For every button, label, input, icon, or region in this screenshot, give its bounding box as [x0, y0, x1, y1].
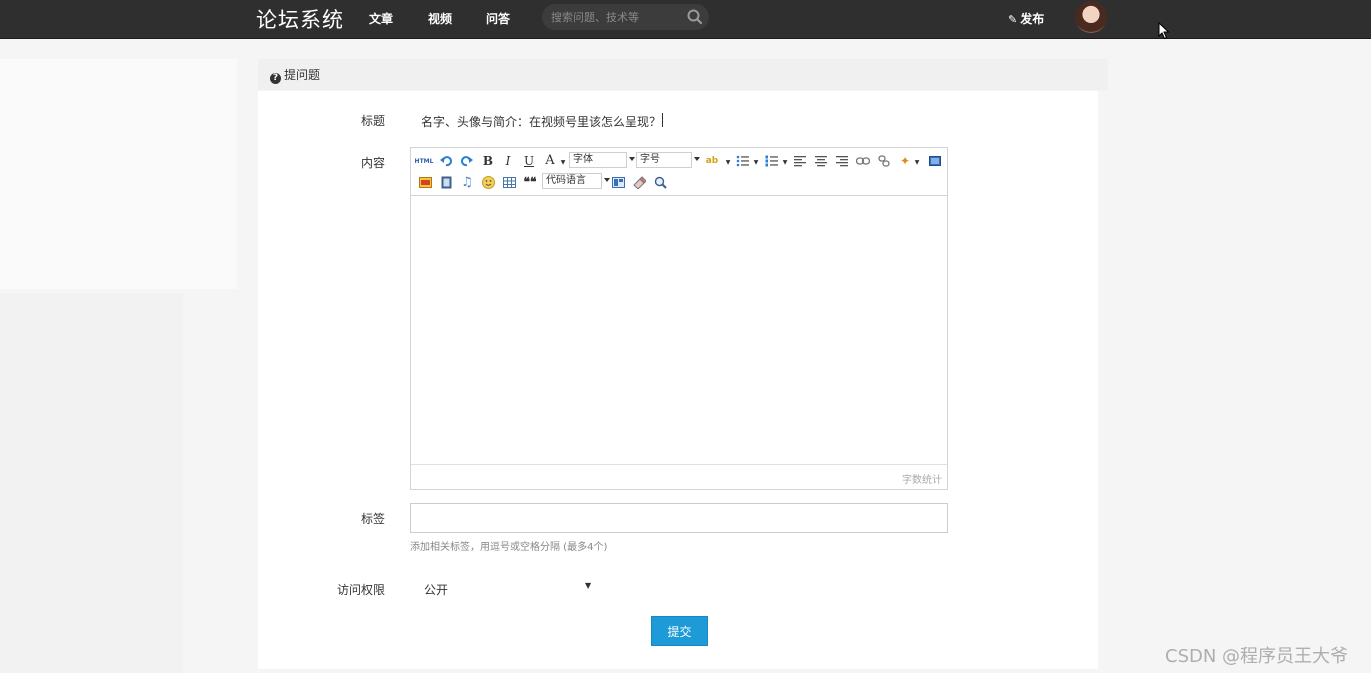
code-language-select[interactable]: 代码语言	[542, 173, 610, 189]
search-replace-icon[interactable]	[652, 174, 668, 190]
mouse-cursor-icon	[1158, 22, 1170, 40]
access-select[interactable]: 公开 ▼	[416, 580, 594, 598]
underline-icon[interactable]: U	[521, 153, 537, 169]
tags-input[interactable]	[410, 503, 948, 533]
music-icon[interactable]: ♫	[459, 174, 475, 190]
search-box	[542, 4, 709, 30]
editor-toolbar: HTML B I U A ▼ 字体 字号 ab ▼ ▼ ▼ ✦ ▼ ♫ ❝❝ 代…	[411, 148, 947, 196]
editor-content-area[interactable]	[411, 196, 947, 464]
video-icon[interactable]	[438, 174, 454, 190]
access-label: 访问权限	[336, 583, 385, 597]
table-icon[interactable]	[501, 174, 517, 190]
chevron-down-icon[interactable]: ▼	[748, 154, 764, 170]
blockquote-icon[interactable]: ❝❝	[522, 174, 538, 190]
emoticon-icon[interactable]	[480, 174, 496, 190]
chevron-down-icon[interactable]: ▼	[777, 154, 793, 170]
bold-icon[interactable]: B	[480, 153, 496, 169]
title-input[interactable]	[411, 110, 811, 132]
highlight-color-icon[interactable]: ab	[704, 153, 720, 169]
template-icon[interactable]	[610, 174, 626, 190]
panel-title-text: 提问题	[284, 68, 321, 82]
pencil-icon: ✎	[1008, 13, 1018, 26]
question-circle-icon: ?	[270, 73, 281, 84]
font-family-placeholder: 字体	[573, 154, 593, 165]
font-family-select[interactable]: 字体	[569, 152, 635, 168]
nav-link-videos[interactable]: 视频	[428, 10, 452, 27]
chevron-down-icon[interactable]: ▼	[909, 154, 925, 170]
chevron-down-icon	[629, 157, 635, 161]
background-block	[0, 59, 237, 289]
search-icon[interactable]	[686, 8, 704, 26]
italic-icon[interactable]: I	[500, 153, 516, 169]
eraser-icon[interactable]	[631, 174, 647, 190]
redo-icon[interactable]	[459, 153, 475, 169]
html-source-icon[interactable]: HTML	[415, 153, 434, 169]
search-input[interactable]	[551, 9, 681, 25]
panel-header	[258, 59, 1108, 90]
publish-button[interactable]: ✎ 发布	[1008, 10, 1044, 27]
publish-label: 发布	[1020, 12, 1045, 26]
nav-link-articles[interactable]: 文章	[369, 10, 393, 27]
link-icon[interactable]	[855, 153, 871, 169]
fullscreen-icon[interactable]	[927, 153, 943, 169]
access-value: 公开	[424, 583, 449, 597]
editor-footer: 字数统计	[411, 464, 947, 489]
nav-link-qa[interactable]: 问答	[486, 10, 510, 27]
content-label: 内容	[360, 156, 385, 170]
site-logo[interactable]: 论坛系统	[256, 4, 344, 34]
font-size-placeholder: 字号	[640, 154, 660, 165]
tags-hint: 添加相关标签，用逗号或空格分隔 (最多4个)	[410, 542, 608, 553]
chevron-down-icon: ▼	[585, 581, 592, 590]
word-count: 字数统计	[902, 475, 942, 486]
tags-label: 标签	[360, 512, 385, 526]
align-left-icon[interactable]	[792, 153, 808, 169]
submit-button[interactable]: 提交	[651, 616, 708, 646]
code-language-placeholder: 代码语言	[546, 175, 586, 186]
align-center-icon[interactable]	[813, 153, 829, 169]
user-avatar[interactable]	[1075, 1, 1107, 33]
undo-icon[interactable]	[438, 153, 454, 169]
panel-title: ? 提问题	[270, 66, 320, 84]
image-icon[interactable]	[417, 174, 433, 190]
watermark: CSDN @程序员王大爷	[1165, 646, 1349, 667]
rich-text-editor: HTML B I U A ▼ 字体 字号 ab ▼ ▼ ▼ ✦ ▼ ♫ ❝❝ 代…	[410, 147, 948, 490]
unlink-icon[interactable]	[876, 153, 892, 169]
chevron-down-icon	[694, 157, 700, 161]
align-right-icon[interactable]	[834, 153, 850, 169]
text-caret	[662, 113, 663, 127]
background-block	[0, 293, 183, 673]
font-size-select[interactable]: 字号	[636, 152, 700, 168]
title-label: 标题	[360, 114, 385, 128]
